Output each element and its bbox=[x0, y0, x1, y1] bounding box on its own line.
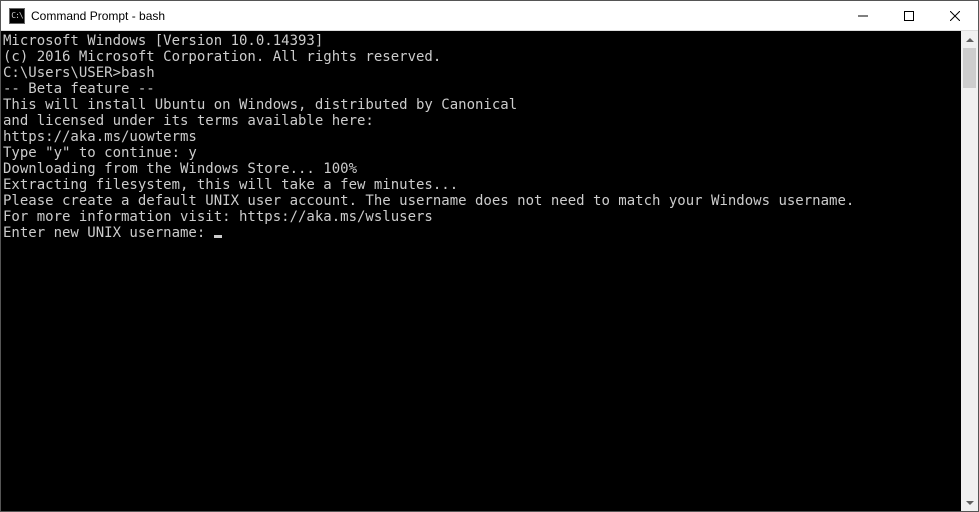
scroll-down-button[interactable] bbox=[961, 494, 978, 511]
vertical-scrollbar[interactable] bbox=[961, 31, 978, 511]
terminal-output[interactable]: Microsoft Windows [Version 10.0.14393](c… bbox=[1, 31, 961, 511]
app-icon: C:\ bbox=[9, 8, 25, 24]
terminal-area: Microsoft Windows [Version 10.0.14393](c… bbox=[1, 31, 978, 511]
terminal-line: Enter new UNIX username: bbox=[3, 225, 961, 241]
terminal-line: (c) 2016 Microsoft Corporation. All righ… bbox=[3, 49, 961, 65]
scroll-up-button[interactable] bbox=[961, 31, 978, 48]
scrollbar-track[interactable] bbox=[961, 48, 978, 494]
terminal-line: https://aka.ms/uowterms bbox=[3, 129, 961, 145]
terminal-line: For more information visit: https://aka.… bbox=[3, 209, 961, 225]
terminal-line: Downloading from the Windows Store... 10… bbox=[3, 161, 961, 177]
cursor bbox=[214, 235, 222, 238]
window-controls bbox=[840, 1, 978, 30]
window-title: Command Prompt - bash bbox=[31, 9, 840, 23]
terminal-line: Microsoft Windows [Version 10.0.14393] bbox=[3, 33, 961, 49]
terminal-line: This will install Ubuntu on Windows, dis… bbox=[3, 97, 961, 113]
scrollbar-thumb[interactable] bbox=[963, 48, 976, 88]
command-prompt-window: C:\ Command Prompt - bash Microsoft Wind… bbox=[0, 0, 979, 512]
minimize-button[interactable] bbox=[840, 1, 886, 30]
close-button[interactable] bbox=[932, 1, 978, 30]
terminal-line: Please create a default UNIX user accoun… bbox=[3, 193, 961, 209]
titlebar[interactable]: C:\ Command Prompt - bash bbox=[1, 1, 978, 31]
terminal-line: Extracting filesystem, this will take a … bbox=[3, 177, 961, 193]
terminal-line: -- Beta feature -- bbox=[3, 81, 961, 97]
maximize-button[interactable] bbox=[886, 1, 932, 30]
terminal-line: C:\Users\USER>bash bbox=[3, 65, 961, 81]
terminal-line: and licensed under its terms available h… bbox=[3, 113, 961, 129]
terminal-line: Type "y" to continue: y bbox=[3, 145, 961, 161]
